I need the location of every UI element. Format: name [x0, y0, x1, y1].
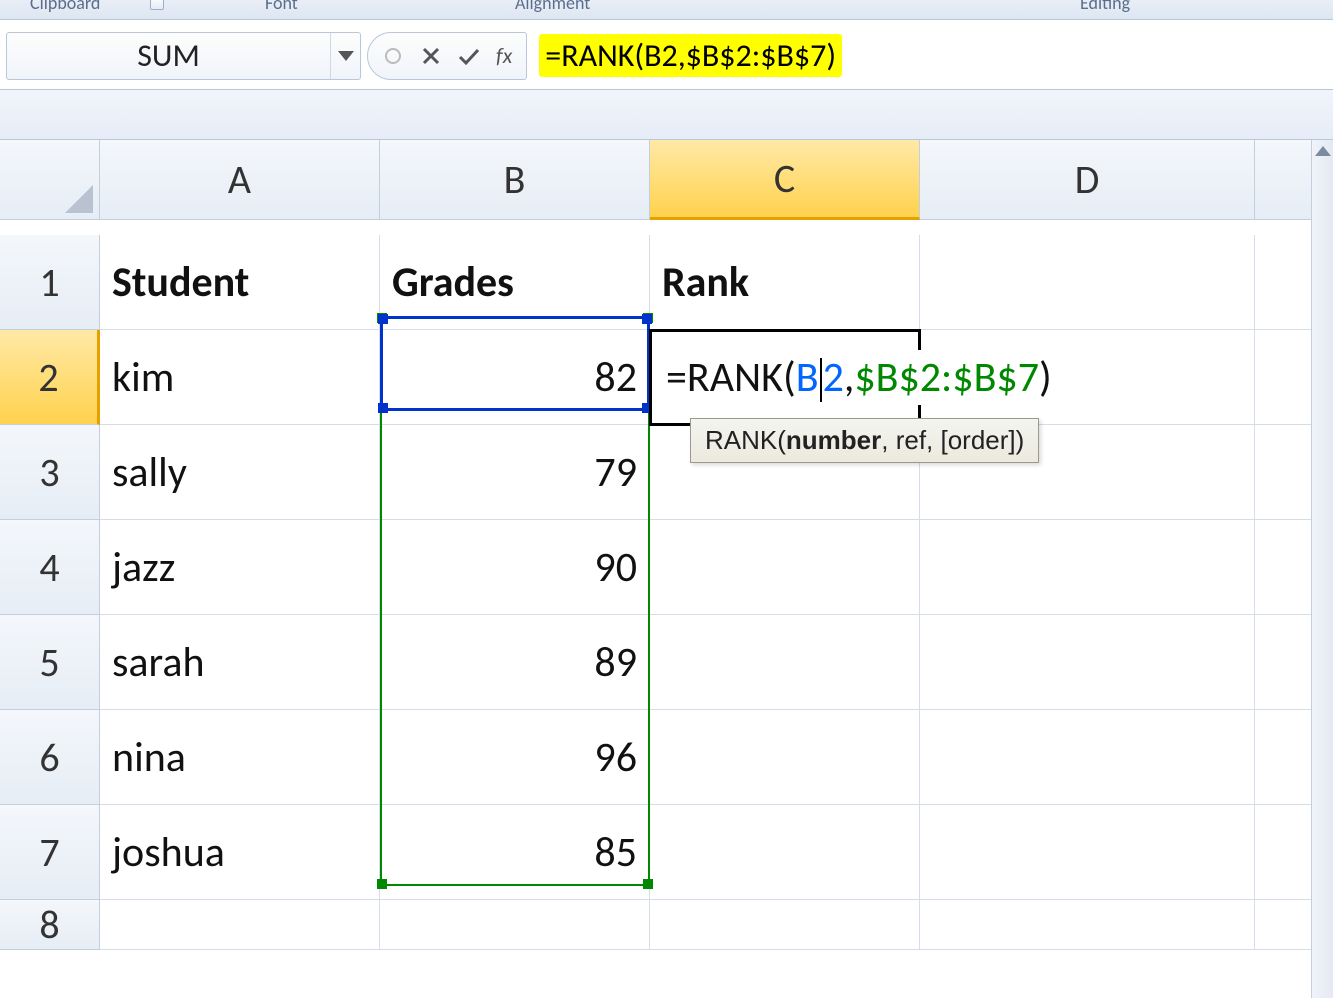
cell-c4[interactable]: [650, 520, 920, 615]
ribbon-group-font: Font: [265, 0, 298, 14]
cell-b6[interactable]: 96: [380, 710, 650, 805]
cell-b7[interactable]: 85: [380, 805, 650, 900]
col-header-a[interactable]: A: [100, 140, 380, 220]
row-header-3[interactable]: 3: [0, 425, 100, 520]
cell-b4[interactable]: 90: [380, 520, 650, 615]
cell-b1[interactable]: Grades: [380, 235, 650, 330]
cell-a8[interactable]: [100, 900, 380, 950]
cell-c8[interactable]: [650, 900, 920, 950]
formula-bar-row: SUM fx =RANK(B2,$B$2:$B$7): [0, 20, 1333, 90]
scroll-up-icon: [1315, 146, 1331, 156]
select-all-corner[interactable]: [0, 140, 100, 220]
cell-d4[interactable]: [920, 520, 1255, 615]
chevron-down-icon: [338, 51, 354, 61]
cell-c2[interactable]: =RANK(B2,$B$2:$B$7): [650, 330, 920, 425]
enter-button[interactable]: [454, 41, 484, 71]
formula-bar-spacer: [0, 90, 1333, 140]
col-header-b[interactable]: B: [380, 140, 650, 220]
cell-b3[interactable]: 79: [380, 425, 650, 520]
formula-circle-icon: [378, 41, 408, 71]
cell-c2-formula: =RANK(B2,$B$2:$B$7): [662, 350, 1056, 405]
cell-c6[interactable]: [650, 710, 920, 805]
row-header-4[interactable]: 4: [0, 520, 100, 615]
row-header-1[interactable]: 1: [0, 235, 100, 330]
ribbon-group-clipboard: Clipboard: [30, 0, 100, 14]
x-icon: [421, 46, 441, 66]
cell-d6[interactable]: [920, 710, 1255, 805]
formula-bar-buttons: fx: [367, 32, 527, 80]
formula-text: =RANK(B2,$B$2:$B$7): [539, 34, 842, 77]
ribbon-dialog-launcher[interactable]: [150, 0, 164, 10]
cell-a4[interactable]: jazz: [100, 520, 380, 615]
text-caret: [820, 358, 822, 402]
cell-a2[interactable]: kim: [100, 330, 380, 425]
ribbon-group-row: Clipboard Font Alignment Editing: [0, 0, 1333, 20]
formula-input[interactable]: =RANK(B2,$B$2:$B$7): [533, 32, 1327, 80]
cell-b5[interactable]: 89: [380, 615, 650, 710]
spreadsheet[interactable]: A B C D 1 Student Grades Rank 2 kim 82 =…: [0, 140, 1333, 998]
cell-b8[interactable]: [380, 900, 650, 950]
name-box-dropdown[interactable]: [330, 33, 360, 79]
ribbon-group-alignment: Alignment: [515, 0, 590, 14]
cell-a6[interactable]: nina: [100, 710, 380, 805]
ribbon-group-editing: Editing: [1080, 0, 1130, 14]
cell-a3[interactable]: sally: [100, 425, 380, 520]
cell-a5[interactable]: sarah: [100, 615, 380, 710]
function-tooltip: RANK(number, ref, [order]): [690, 418, 1039, 463]
row-header-6[interactable]: 6: [0, 710, 100, 805]
cell-b2[interactable]: 82: [380, 330, 650, 425]
name-box-value: SUM: [7, 36, 330, 75]
cell-d8[interactable]: [920, 900, 1255, 950]
check-icon: [457, 46, 481, 66]
cell-c1[interactable]: Rank: [650, 235, 920, 330]
name-box[interactable]: SUM: [6, 32, 361, 80]
col-header-d[interactable]: D: [920, 140, 1255, 220]
row-header-2[interactable]: 2: [0, 330, 100, 425]
row-header-8[interactable]: 8: [0, 900, 100, 950]
row-header-5[interactable]: 5: [0, 615, 100, 710]
cell-a1[interactable]: Student: [100, 235, 380, 330]
cell-a7[interactable]: joshua: [100, 805, 380, 900]
fx-label[interactable]: fx: [492, 42, 516, 69]
vertical-scrollbar[interactable]: [1311, 140, 1333, 998]
cell-c7[interactable]: [650, 805, 920, 900]
cell-d7[interactable]: [920, 805, 1255, 900]
row-header-7[interactable]: 7: [0, 805, 100, 900]
cell-d5[interactable]: [920, 615, 1255, 710]
col-header-c[interactable]: C: [650, 140, 920, 220]
cancel-button[interactable]: [416, 41, 446, 71]
cell-c5[interactable]: [650, 615, 920, 710]
cell-d1[interactable]: [920, 235, 1255, 330]
